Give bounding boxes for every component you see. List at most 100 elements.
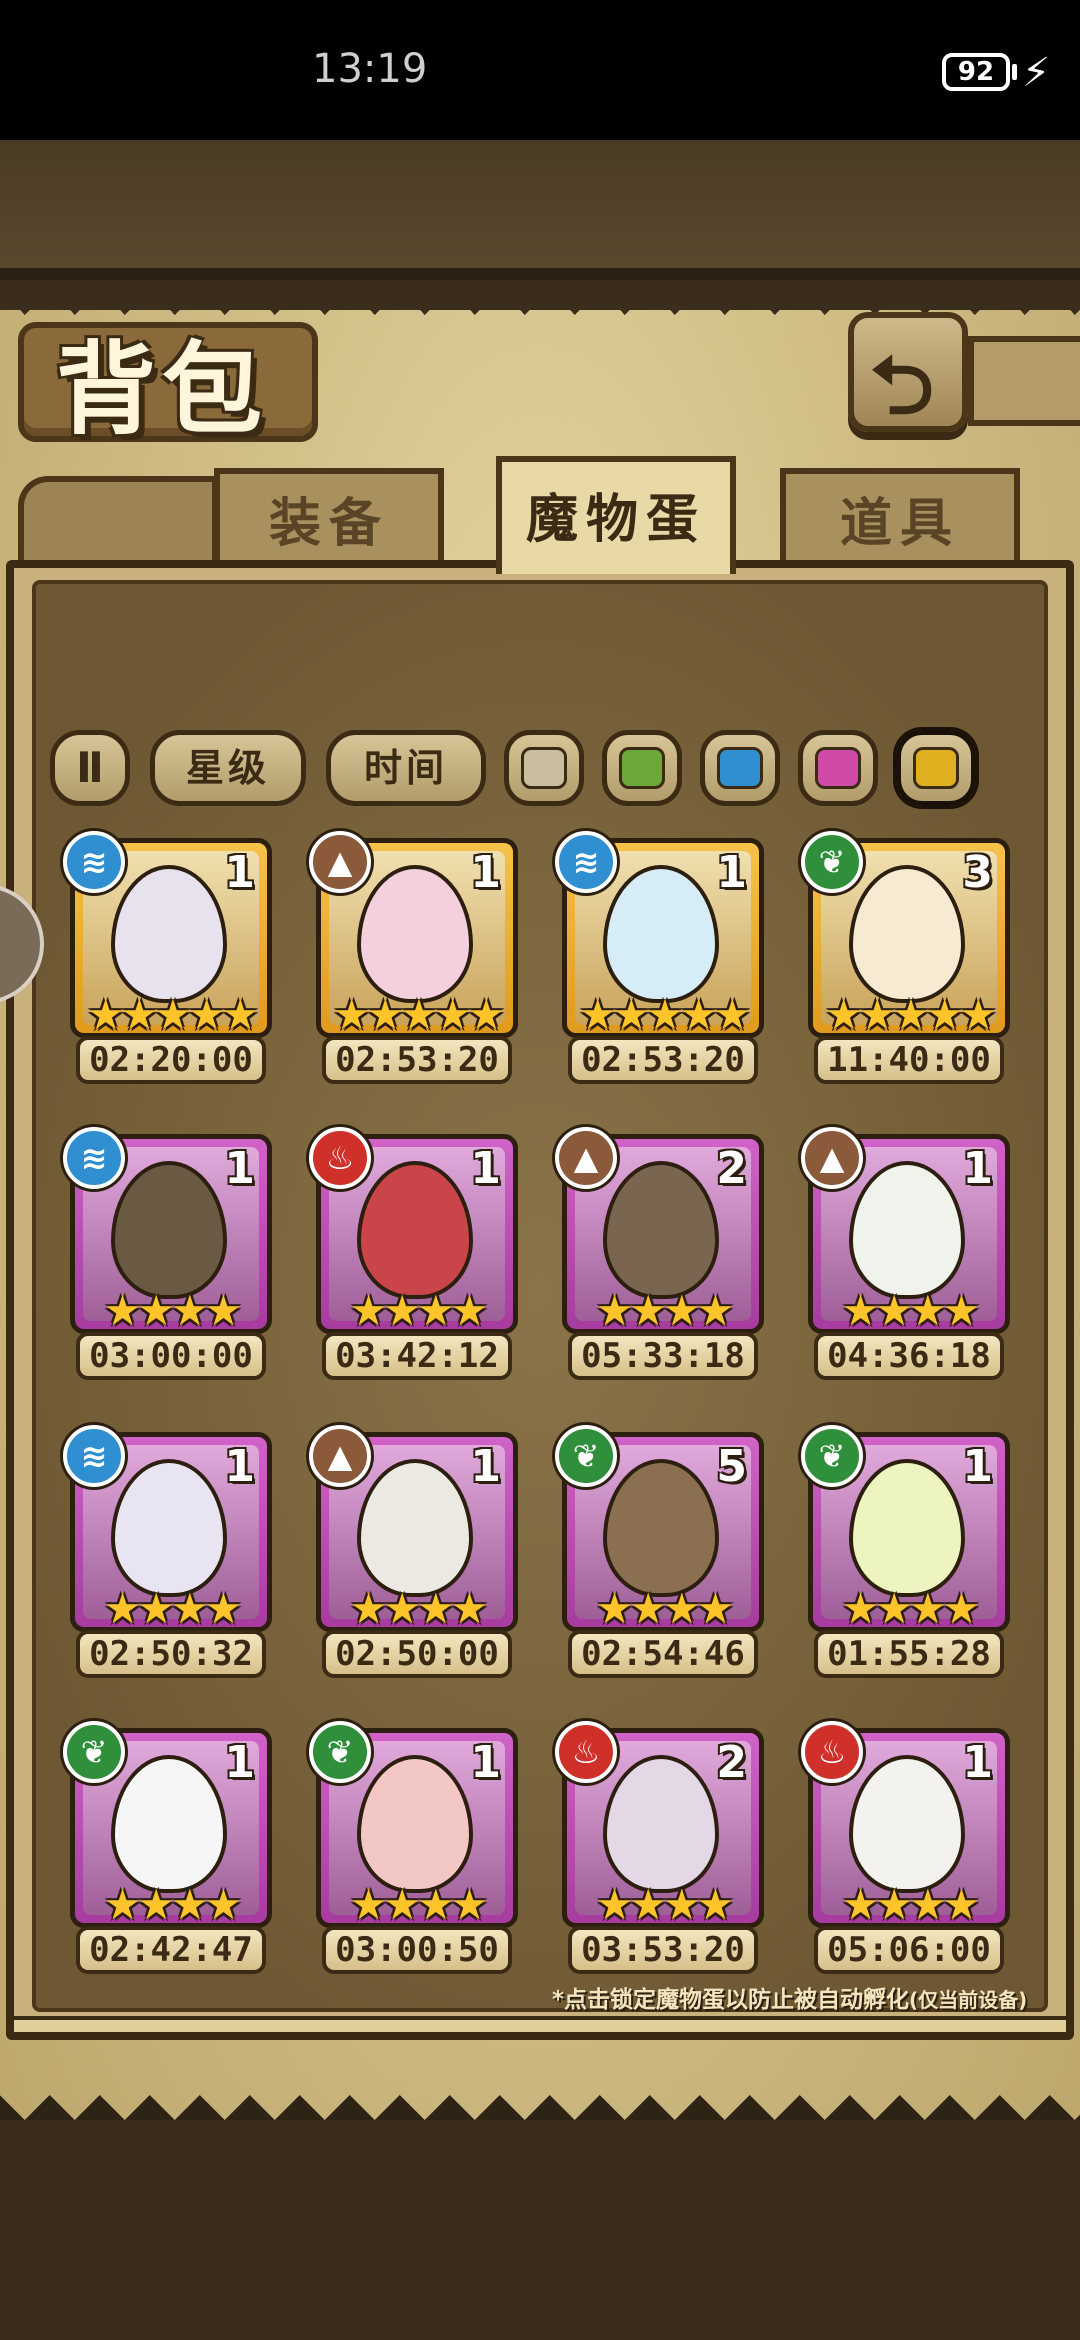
egg-count: 2: [716, 1143, 747, 1194]
egg-card[interactable]: 1 ★★★★★ ▲: [309, 831, 518, 1039]
egg-stars: ★★★★★: [824, 990, 997, 1039]
hatch-timer: 11:40:00: [814, 1036, 1004, 1084]
grass-element-icon: ❦: [309, 1721, 371, 1783]
back-arrow-icon: ⮌: [870, 339, 935, 432]
egg-count: 1: [470, 847, 501, 898]
egg-card[interactable]: 1 ★★★★ ♨: [801, 1721, 1010, 1929]
egg-stars: ★★★★: [595, 1584, 735, 1633]
sort-by-star-button[interactable]: 星级: [150, 730, 306, 806]
filter-color-pink[interactable]: [798, 730, 878, 806]
fire-element-icon: ♨: [801, 1721, 863, 1783]
lock-hint-text: *点击锁定魔物蛋以防止被自动孵化(仅当前设备): [552, 1980, 1027, 2014]
battery-tip: [1012, 64, 1017, 80]
fire-element-icon: ♨: [309, 1127, 371, 1189]
egg-count: 3: [962, 847, 993, 898]
lock-hint-sub: (仅当前设备): [909, 1988, 1028, 2012]
earth-element-icon: ▲: [309, 831, 371, 893]
back-button[interactable]: ⮌: [848, 312, 968, 432]
color-swatch: [619, 747, 665, 789]
back-rail: [968, 336, 1080, 426]
hatch-timer: 04:36:18: [814, 1332, 1004, 1380]
hatch-timer: 01:55:28: [814, 1630, 1004, 1678]
egg-stars: ★★★★: [841, 1584, 981, 1633]
hatch-timer: 05:33:18: [568, 1332, 758, 1380]
color-swatch: [815, 747, 861, 789]
status-time: 13:19: [312, 46, 428, 92]
egg-card[interactable]: 5 ★★★★ ❦: [555, 1425, 764, 1633]
egg-count: 1: [224, 1737, 255, 1788]
egg-count: 1: [224, 1441, 255, 1492]
egg-card[interactable]: 1 ★★★★ ≋: [63, 1425, 272, 1633]
egg-card[interactable]: 1 ★★★★ ▲: [309, 1425, 518, 1633]
filter-color-green[interactable]: [602, 730, 682, 806]
egg-count: 1: [962, 1737, 993, 1788]
earth-element-icon: ▲: [555, 1127, 617, 1189]
egg-count: 2: [716, 1737, 747, 1788]
egg-card[interactable]: 2 ★★★★ ♨: [555, 1721, 764, 1929]
egg-stars: ★★★★★: [332, 990, 505, 1039]
status-bar: 13:19 92 ⚡: [0, 0, 1080, 140]
egg-count: 1: [224, 847, 255, 898]
color-swatch: [913, 747, 959, 789]
lock-hint-main: *点击锁定魔物蛋以防止被自动孵化: [552, 1987, 910, 2013]
egg-card[interactable]: 1 ★★★★ ❦: [63, 1721, 272, 1929]
egg-card[interactable]: 1 ★★★★ ❦: [309, 1721, 518, 1929]
map-background: [0, 140, 1080, 280]
egg-count: 1: [962, 1441, 993, 1492]
egg-stars: ★★★★: [349, 1880, 489, 1929]
tab-monster-eggs[interactable]: 魔物蛋: [496, 456, 736, 574]
egg-card[interactable]: 1 ★★★★ ≋: [63, 1127, 272, 1335]
egg-count: 1: [470, 1143, 501, 1194]
water-element-icon: ≋: [555, 831, 617, 893]
filter-color-gray[interactable]: [504, 730, 584, 806]
egg-card[interactable]: 1 ★★★★ ♨: [309, 1127, 518, 1335]
bottom-bar: [0, 2200, 1080, 2340]
tab-label: 装备: [268, 494, 389, 554]
filter-color-gold[interactable]: [896, 730, 976, 806]
hatch-timer: 02:20:00: [76, 1036, 266, 1084]
grass-element-icon: ❦: [801, 1425, 863, 1487]
egg-count: 1: [470, 1737, 501, 1788]
egg-stars: ★★★★: [103, 1880, 243, 1929]
battery-icon: 92: [942, 53, 1010, 91]
hatch-timer: 02:50:00: [322, 1630, 512, 1678]
egg-count: 1: [470, 1441, 501, 1492]
egg-stars: ★★★★★: [86, 990, 259, 1039]
hatch-timer: 02:53:20: [568, 1036, 758, 1084]
sort-by-time-button[interactable]: 时间: [326, 730, 486, 806]
hatch-timer: 03:42:12: [322, 1332, 512, 1380]
filter-color-blue[interactable]: [700, 730, 780, 806]
egg-stars: ★★★★: [349, 1286, 489, 1335]
map-background-bottom: [0, 2120, 1080, 2200]
tab-equipment[interactable]: 装备: [214, 468, 444, 570]
sort-toggle-button[interactable]: Ⅱ: [50, 730, 130, 806]
egg-count: 1: [224, 1143, 255, 1194]
egg-card[interactable]: 3 ★★★★★ ❦: [801, 831, 1010, 1039]
water-element-icon: ≋: [63, 1425, 125, 1487]
color-swatch: [521, 747, 567, 789]
hatch-timer: 05:06:00: [814, 1926, 1004, 1974]
water-element-icon: ≋: [63, 831, 125, 893]
earth-element-icon: ▲: [801, 1127, 863, 1189]
tab-items[interactable]: 道具: [780, 468, 1020, 570]
egg-card[interactable]: 1 ★★★★ ▲: [801, 1127, 1010, 1335]
hatch-timer: 02:42:47: [76, 1926, 266, 1974]
egg-card[interactable]: 2 ★★★★ ▲: [555, 1127, 764, 1335]
charging-icon: ⚡: [1022, 50, 1051, 96]
egg-count: 5: [716, 1441, 747, 1492]
egg-count: 1: [962, 1143, 993, 1194]
egg-card[interactable]: 1 ★★★★★ ≋: [63, 831, 272, 1039]
fire-element-icon: ♨: [555, 1721, 617, 1783]
earth-element-icon: ▲: [309, 1425, 371, 1487]
grass-element-icon: ❦: [801, 831, 863, 893]
egg-stars: ★★★★★: [578, 990, 751, 1039]
egg-card[interactable]: 1 ★★★★ ❦: [801, 1425, 1010, 1633]
egg-stars: ★★★★: [841, 1286, 981, 1335]
egg-card[interactable]: 1 ★★★★★ ≋: [555, 831, 764, 1039]
tab-bar-edge: [18, 476, 218, 572]
tab-label: 魔物蛋: [525, 490, 706, 550]
grass-element-icon: ❦: [555, 1425, 617, 1487]
hatch-timer: 03:00:50: [322, 1926, 512, 1974]
water-element-icon: ≋: [63, 1127, 125, 1189]
tab-label: 道具: [839, 494, 960, 554]
